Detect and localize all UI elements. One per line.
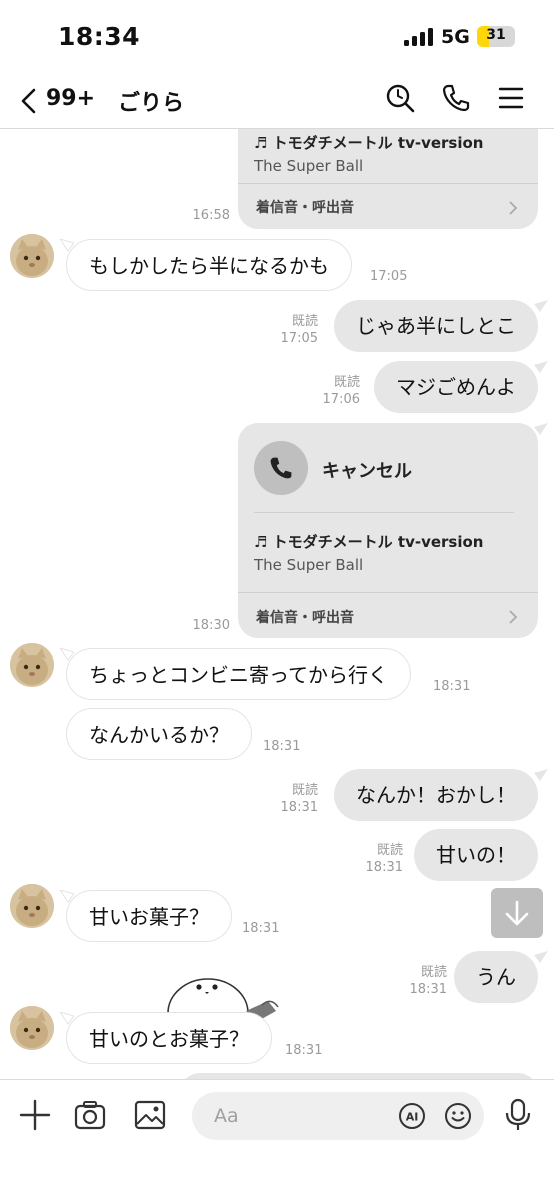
ai-icon[interactable]: AI [398,1102,426,1130]
message-bubble-incoming[interactable]: 甘いお菓子？ [66,890,232,942]
avatar[interactable] [10,1006,54,1050]
bubble-tail [534,951,548,963]
message-time: 17:06 [322,392,360,407]
image-icon[interactable] [133,1098,167,1132]
avatar[interactable] [10,643,54,687]
message-time: 18:31 [285,1043,323,1058]
message-bubble-outgoing[interactable]: うん [454,951,538,1003]
microphone-icon[interactable] [501,1098,535,1132]
card-artist: The Super Ball [254,556,364,574]
status-bar: 18:34 5G 31 [0,0,554,74]
message-bubble-outgoing[interactable]: じゃあ半にしとこ [334,300,538,352]
read-receipt: 既読 [291,783,318,798]
message-time: 16:58 [192,208,230,223]
read-receipt: 既読 [420,965,447,980]
message-bubble-outgoing[interactable]: なんか！おかし！ [334,769,538,821]
status-time: 18:34 [58,22,141,51]
card-song-title: ♬ トモダチメートル tv-version [254,533,484,551]
message-time: 18:31 [365,860,403,875]
unread-count: 99+ [46,86,96,111]
call-button[interactable] [254,441,308,495]
call-status-label: キャンセル [322,461,412,482]
phone-icon [270,457,292,479]
arrow-down-icon [505,900,529,926]
message-input-bar: Aa AI [0,1079,554,1200]
message-bubble-outgoing[interactable]: マジごめんよ [374,361,538,413]
signal-icon [404,28,434,46]
bubble-tail [534,361,548,373]
message-time: 17:05 [280,331,318,346]
message-bubble-incoming[interactable]: 甘いのとお菓子？ [66,1012,272,1064]
scroll-to-bottom-button[interactable] [491,888,543,938]
bubble-tail [534,300,548,312]
read-receipt: 既読 [291,314,318,329]
cat-avatar-icon [10,884,54,928]
camera-icon[interactable] [73,1098,107,1132]
cat-avatar-icon [10,1006,54,1050]
search-icon[interactable] [385,83,415,113]
message-time: 18:31 [263,739,301,754]
network-type: 5G [441,26,470,48]
card-divider [238,183,538,184]
chevron-right-icon [509,201,518,215]
menu-icon[interactable] [496,83,526,113]
read-receipt: 既読 [333,375,360,390]
message-bubble-incoming[interactable]: なんかいるか？ [66,708,252,760]
message-time: 18:31 [242,921,280,936]
avatar[interactable] [10,234,54,278]
card-divider [238,592,538,593]
card-artist: The Super Ball [254,157,364,175]
message-bubble-outgoing[interactable]: 甘いの！ [414,829,538,881]
message-time: 18:30 [192,618,230,633]
chevron-right-icon [509,610,518,624]
back-chevron-icon [21,88,36,114]
call-cancel-card[interactable]: キャンセル ♬ トモダチメートル tv-version The Super Ba… [238,423,538,638]
chat-title: ごりら [118,91,185,116]
message-bubble-incoming[interactable]: もしかしたら半になるかも [66,239,352,291]
ringtone-card[interactable]: ♬ トモダチメートル tv-version The Super Ball 着信音… [238,129,538,229]
cat-avatar-icon [10,234,54,278]
battery-percent: 31 [486,27,506,43]
emoji-icon[interactable] [444,1102,472,1130]
chat-header: 99+ ごりら [0,74,554,129]
chat-area[interactable]: ♬ トモダチメートル tv-version The Super Ball 着信音… [0,129,554,1079]
message-input-placeholder: Aa [214,1105,239,1127]
bubble-tail [534,423,548,435]
avatar[interactable] [10,884,54,928]
card-footer-label: 着信音・呼出音 [256,200,354,216]
ai-icon-label: AI [406,1111,419,1124]
message-bubble-incoming[interactable]: ちょっとコンビニ寄ってから行く [66,648,411,700]
bubble-tail [534,769,548,781]
plus-icon[interactable] [18,1098,52,1132]
card-footer-label: 着信音・呼出音 [256,610,354,626]
card-song-title: ♬ トモダチメートル tv-version [254,134,484,152]
read-receipt: 既読 [376,843,403,858]
message-time: 18:31 [433,679,471,694]
message-time: 18:31 [409,982,447,997]
battery-icon: 31 [477,26,515,47]
message-time: 18:31 [280,800,318,815]
message-input[interactable]: Aa AI [192,1092,484,1140]
message-time: 17:05 [370,269,408,284]
card-divider [254,512,514,513]
back-button[interactable]: 99+ [18,82,98,118]
phone-icon[interactable] [441,83,471,113]
cat-avatar-icon [10,643,54,687]
